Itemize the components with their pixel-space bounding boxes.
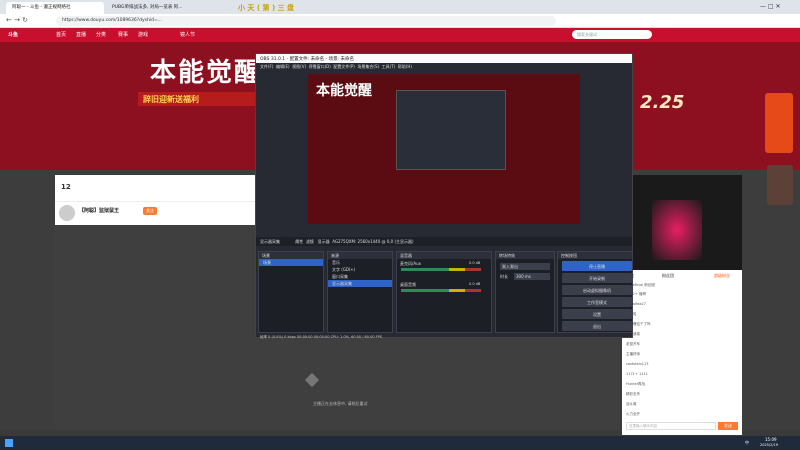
site-search-input[interactable]: 搜索关键词	[572, 30, 652, 39]
duration-input[interactable]: 300 ms	[514, 273, 550, 280]
menu-item[interactable]: 视图(V)	[292, 64, 306, 69]
dock-title: 场景	[259, 252, 323, 259]
start-icon[interactable]	[5, 439, 13, 447]
banner-date: 2.25	[640, 92, 685, 113]
dock-title: 来源	[328, 252, 392, 259]
source-item[interactable]: 文字 (GDI+)	[328, 266, 392, 273]
transition-select[interactable]: 渐入渐出	[500, 263, 550, 270]
obs-window: OBS 31.0.1 - 配置文件: 未命名 - 场景: 未命名 文件(F) 编…	[255, 53, 633, 339]
dock-title: 控制按钮	[558, 252, 632, 259]
banner-title: 本能觉醒	[150, 58, 263, 88]
chat-message: Hunter再战	[626, 382, 646, 386]
mixer-dock: 混音器 麦克风/Aux 0.0 dB 桌面音频 0.0 dB	[396, 251, 492, 333]
nav-item[interactable]: 游戏	[138, 31, 148, 38]
display-label: 显示器	[317, 239, 330, 244]
menu-item[interactable]: 场景集合(S)	[357, 64, 379, 69]
start-record-button[interactable]: 开始录制	[562, 273, 632, 283]
streamer-name[interactable]: 【阿聪】监狱鼠王	[79, 207, 119, 214]
level-badge: 12	[61, 183, 71, 191]
dock-title: 混音器	[397, 252, 491, 259]
clock-date[interactable]: 2025/2/19	[760, 443, 778, 447]
loading-text: 主播正在去休息中, 请稍后重试	[313, 401, 368, 406]
side-avatar[interactable]	[767, 165, 793, 205]
duration-label: 时长	[500, 274, 508, 279]
ime-indicator[interactable]: 中	[745, 440, 749, 446]
source-item[interactable]: 窗口采集	[328, 273, 392, 280]
scene-item[interactable]: 场景	[259, 259, 323, 266]
nav-item[interactable]: 分类	[96, 31, 106, 38]
side-toolbar	[765, 45, 795, 435]
audio-meter	[401, 289, 481, 292]
promo-badge[interactable]	[765, 93, 793, 153]
obs-preview[interactable]: 本能觉醒	[308, 74, 580, 224]
properties-button[interactable]: 属性	[295, 239, 303, 244]
avatar[interactable]	[59, 205, 75, 221]
site-logo[interactable]: 斗鱼	[8, 31, 18, 38]
chat-message: 主播好帅	[626, 352, 640, 356]
studio-mode-button[interactable]: 工作室模式	[562, 297, 632, 307]
window-controls[interactable]: — □ ✕	[760, 3, 781, 10]
track-db: 0.0 dB	[469, 282, 481, 286]
chat-panel: 贵宾 粉丝团 超级粉丝 Beneficial 粉丝团 1312+ 懂哥 hirn…	[622, 270, 742, 435]
chat-message: 精彩击杀	[626, 392, 640, 396]
chat-message: 1171+ 1111	[626, 372, 648, 376]
source-name: 显示器采集	[260, 239, 280, 244]
filters-button[interactable]: 滤镜	[306, 239, 314, 244]
url-field[interactable]: https://www.douyu.com/1089636?dyshid=...	[56, 16, 556, 26]
virtual-camera-button[interactable]: 启动虚拟摄像机	[562, 285, 632, 295]
track-db: 0.0 dB	[469, 261, 481, 265]
taskbar: 中 15:09 2025/2/19	[0, 436, 800, 450]
dock-title: 转场特效	[496, 252, 554, 259]
audio-meter	[401, 268, 481, 271]
chat-tab[interactable]: 粉丝团	[662, 273, 674, 279]
source-item[interactable]: 显示器采集	[328, 280, 392, 287]
chat-message: 老鼠开车	[626, 342, 640, 346]
nav-item[interactable]: 首页	[56, 31, 66, 38]
menu-item[interactable]: 编辑(E)	[276, 64, 290, 69]
exit-button[interactable]: 退出	[562, 321, 632, 331]
scenes-dock: 场景 场景	[258, 251, 324, 333]
overlay-watermark: 小 天 ( 第 ) 三 盘	[238, 4, 295, 12]
chat-message: 战斗爽	[626, 402, 637, 406]
browser-tab-strip: 阿聪一 - 斗鱼 - 遵正规网络社 PUBG单排战法多, 对局一览表 阿... …	[0, 0, 800, 14]
track-name: 麦克风/Aux	[400, 261, 421, 266]
address-bar: ← → ↻ https://www.douyu.com/1089636?dysh…	[0, 14, 800, 28]
chat-input[interactable]: 这里输入聊天内容	[626, 422, 716, 430]
transitions-dock: 转场特效 渐入渐出 时长 300 ms	[495, 251, 555, 333]
settings-button[interactable]: 设置	[562, 309, 632, 319]
obs-menu: 文件(F) 编辑(E) 视图(V) 停靠窗口(D) 配置文件(P) 场景集合(S…	[256, 63, 632, 70]
nested-obs-preview	[396, 90, 506, 170]
obs-title: OBS 31.0.1 - 配置文件: 未命名 - 场景: 未命名	[256, 54, 632, 63]
sources-dock: 来源 音乐 文字 (GDI+) 窗口采集 显示器采集	[327, 251, 393, 333]
obs-status-bar: 帧率 0 (0.0%) 0 kbps 00:00:00 00:00:00 CPU…	[260, 335, 383, 339]
nav-item[interactable]: 直播	[76, 31, 86, 38]
menu-item[interactable]: 停靠窗口(D)	[309, 64, 331, 69]
menu-item[interactable]: 配置文件(P)	[333, 64, 355, 69]
loading-icon	[304, 372, 320, 388]
site-nav: 斗鱼 首页 直播 分类 赛事 游戏 镜人节 搜索关键词	[0, 28, 800, 42]
source-toolbar: 显示器采集 属性 滤镜 显示器 AG275QXM: 2560x1440 @ 0,…	[256, 237, 632, 246]
chat-tab[interactable]: 超级粉丝	[714, 273, 730, 279]
browser-tab[interactable]: 阿聪一 - 斗鱼 - 遵正规网络社	[6, 2, 104, 14]
chat-message: caststein113	[626, 362, 649, 366]
clock-time[interactable]: 15:09	[765, 437, 777, 442]
menu-item[interactable]: 文件(F)	[260, 64, 273, 69]
ad-image	[652, 200, 702, 260]
stop-stream-button[interactable]: 停止直播	[562, 261, 632, 271]
source-item[interactable]: 音乐	[328, 259, 392, 266]
nav-item[interactable]: 赛事	[118, 31, 128, 38]
browser-tab[interactable]: PUBG单排战法多, 对局一览表 阿...	[106, 2, 206, 14]
display-select[interactable]: AG275QXM: 2560x1440 @ 0,0 (主显示器)	[332, 239, 413, 244]
menu-item[interactable]: 工具(T)	[382, 64, 396, 69]
nav-item[interactable]: 镜人节	[180, 31, 195, 38]
preview-banner: 本能觉醒	[316, 83, 372, 99]
menu-item[interactable]: 帮助(H)	[398, 64, 412, 69]
ad-panel[interactable]	[622, 175, 742, 270]
track-name: 桌面音频	[400, 282, 416, 287]
controls-dock: 控制按钮 停止直播 开始录制 启动虚拟摄像机 工作室模式 设置 退出	[557, 251, 633, 333]
chat-message: 火力全开	[626, 412, 640, 416]
follow-button[interactable]: 关注	[143, 207, 157, 215]
send-button[interactable]: 发送	[718, 422, 738, 430]
nav-back-icon[interactable]: ← → ↻	[6, 16, 28, 24]
